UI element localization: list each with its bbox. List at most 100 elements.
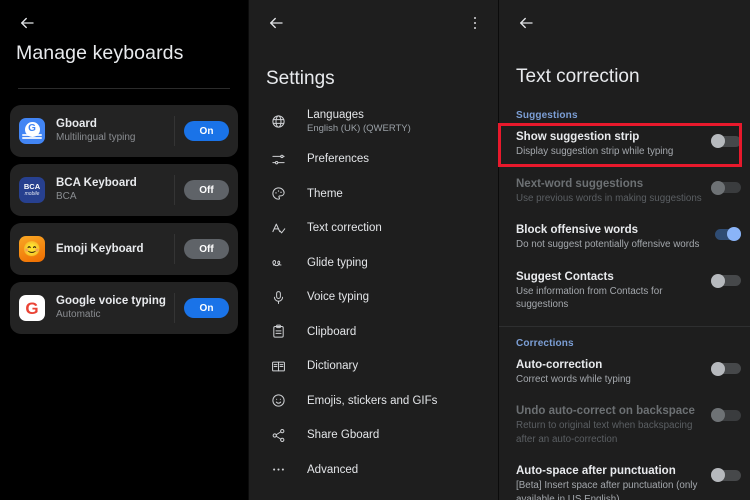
item-label: Preferences <box>307 153 370 166</box>
globe-icon <box>267 114 289 129</box>
item-label: Dictionary <box>307 360 359 373</box>
item-label: Share Gboard <box>307 429 380 442</box>
list-item[interactable]: BCA mobile BCA Keyboard BCA Off <box>10 164 238 216</box>
clipboard-icon <box>267 324 289 339</box>
sidebar-item-share-gboard[interactable]: Share Gboard <box>249 418 498 453</box>
item-label: Clipboard <box>307 325 357 338</box>
divider <box>174 116 175 146</box>
toggle-switch[interactable] <box>711 227 741 241</box>
setting-label: Suggest Contacts <box>516 270 614 283</box>
toggle-switch[interactable] <box>711 361 741 376</box>
keyboard-subtitle: Multilingual typing <box>56 132 136 143</box>
setting-row-suggest-contacts[interactable]: Suggest Contacts Use information from Co… <box>499 261 750 321</box>
keyboard-toggle[interactable]: On <box>184 121 229 141</box>
setting-label: Show suggestion strip <box>516 131 640 143</box>
sidebar-item-emojis-stickers-gifs[interactable]: Emojis, stickers and GIFs <box>249 384 498 419</box>
setting-row-auto-correction[interactable]: Auto-correction Correct words while typi… <box>499 349 750 396</box>
palette-icon <box>267 186 289 201</box>
divider <box>18 88 230 89</box>
toggle-switch[interactable] <box>711 468 741 482</box>
item-label: Text correction <box>307 222 382 235</box>
arrow-back-icon[interactable] <box>263 10 289 36</box>
toggle-switch[interactable] <box>711 134 741 148</box>
setting-label: Undo auto-correct on backspace <box>516 405 695 417</box>
three-panel-screenshot: Manage keyboards G Gboard Multilingual t… <box>0 0 750 500</box>
list-item[interactable]: G Gboard Multilingual typing On <box>10 105 238 157</box>
arrow-back-icon[interactable] <box>14 10 40 36</box>
more-horiz-icon <box>267 462 289 477</box>
text-correction-panel: Text correction Suggestions Show suggest… <box>498 0 750 500</box>
arrow-back-icon[interactable] <box>513 10 539 36</box>
setting-label: Next-word suggestions <box>516 177 644 190</box>
item-label: Theme <box>307 187 343 200</box>
setting-label: Auto-correction <box>516 358 603 371</box>
divider <box>174 175 175 205</box>
sidebar-item-preferences[interactable]: Preferences <box>249 142 498 177</box>
sidebar-item-advanced[interactable]: Advanced <box>249 453 498 488</box>
keyboard-subtitle: BCA <box>56 191 77 202</box>
setting-subtitle: Display suggestion strip while typing <box>516 146 674 157</box>
list-item[interactable]: 😊 Emoji Keyboard Off <box>10 223 238 275</box>
section-header-corrections: Corrections <box>516 337 574 349</box>
keyboard-list: G Gboard Multilingual typing On BCA mobi… <box>10 105 238 341</box>
divider <box>174 234 175 264</box>
text-correction-list: Suggestions Show suggestion strip Displa… <box>499 103 750 500</box>
more-vert-icon[interactable] <box>464 10 486 36</box>
page-title: Settings <box>266 68 335 89</box>
bca-keyboard-icon: BCA mobile <box>19 177 45 203</box>
sidebar-item-clipboard[interactable]: Clipboard <box>249 315 498 350</box>
setting-subtitle: Use previous words in making suggestions <box>516 192 702 204</box>
keyboard-toggle[interactable]: Off <box>184 180 229 200</box>
manage-keyboards-panel: Manage keyboards G Gboard Multilingual t… <box>0 0 248 500</box>
sidebar-item-languages[interactable]: Languages English (UK) (QWERTY) <box>249 100 498 142</box>
toggle-switch[interactable] <box>711 408 741 422</box>
setting-subtitle: [Beta] Insert space after punctuation (o… <box>516 480 698 500</box>
item-label: Advanced <box>307 463 359 476</box>
sidebar-item-dictionary[interactable]: Dictionary <box>249 349 498 384</box>
tune-icon <box>267 152 289 167</box>
page-title: Manage keyboards <box>16 42 184 64</box>
setting-row-block-offensive-words[interactable]: Block offensive words Do not suggest pot… <box>499 214 750 261</box>
keyboard-toggle[interactable]: On <box>184 298 229 318</box>
setting-row-auto-space-after-punctuation[interactable]: Auto-space after punctuation [Beta] Inse… <box>499 455 750 500</box>
item-label: Glide typing <box>307 256 368 269</box>
setting-subtitle: Return to original text when backspacing… <box>516 420 693 445</box>
setting-subtitle: Do not suggest potentially offensive wor… <box>516 239 700 250</box>
keyboard-subtitle: Automatic <box>56 309 101 320</box>
keyboard-name: Google voice typing <box>56 295 166 307</box>
settings-list: Languages English (UK) (QWERTY) Preferen… <box>249 100 498 487</box>
sidebar-item-voice-typing[interactable]: Voice typing <box>249 280 498 315</box>
share-icon <box>267 428 289 443</box>
emoji-keyboard-icon: 😊 <box>19 236 45 262</box>
spellcheck-icon <box>267 221 289 236</box>
gboard-icon: G <box>19 118 45 144</box>
keyboard-name: Emoji Keyboard <box>56 243 144 255</box>
gboard-settings-panel: Settings Languages English (UK) (QWERTY) <box>248 0 498 500</box>
setting-row-show-suggestion-strip[interactable]: Show suggestion strip Display suggestion… <box>499 121 750 168</box>
dictionary-icon <box>267 359 289 374</box>
setting-label: Auto-space after punctuation <box>516 465 676 477</box>
mic-icon <box>267 290 289 305</box>
item-label: Languages <box>307 108 364 121</box>
sidebar-item-theme[interactable]: Theme <box>249 177 498 212</box>
keyboard-toggle[interactable]: Off <box>184 239 229 259</box>
setting-label: Block offensive words <box>516 224 639 236</box>
sidebar-item-glide-typing[interactable]: Glide typing <box>249 246 498 281</box>
section-header-suggestions: Suggestions <box>516 110 578 121</box>
item-label: Emojis, stickers and GIFs <box>307 394 438 407</box>
toggle-switch[interactable] <box>711 180 741 195</box>
sidebar-item-text-correction[interactable]: Text correction <box>249 211 498 246</box>
list-item[interactable]: G Google voice typing Automatic On <box>10 282 238 334</box>
keyboard-name: BCA Keyboard <box>56 177 137 189</box>
setting-subtitle: Use information from Contacts for sugges… <box>516 285 663 311</box>
keyboard-name: Gboard <box>56 118 97 130</box>
divider <box>174 293 175 323</box>
page-title: Text correction <box>516 66 640 87</box>
emoji-icon <box>267 393 289 408</box>
toggle-switch[interactable] <box>711 273 741 288</box>
google-voice-typing-icon: G <box>19 295 45 321</box>
setting-row-undo-auto-correct-on-backspace[interactable]: Undo auto-correct on backspace Return to… <box>499 395 750 455</box>
setting-row-next-word-suggestions[interactable]: Next-word suggestions Use previous words… <box>499 168 750 215</box>
setting-subtitle: Correct words while typing <box>516 373 631 385</box>
item-label: Voice typing <box>307 291 370 304</box>
